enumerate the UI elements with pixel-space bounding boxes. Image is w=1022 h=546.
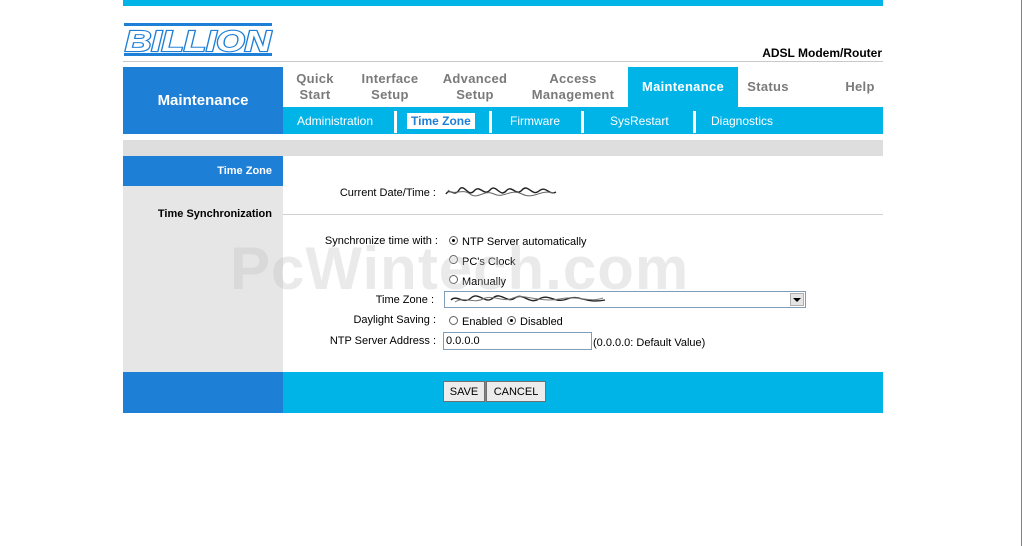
- ntp-server-input[interactable]: [443, 332, 592, 350]
- radio-ntp-label: NTP Server automatically: [462, 236, 587, 248]
- subtab-time-zone[interactable]: Time Zone: [407, 113, 475, 129]
- tab-line: Management: [531, 87, 615, 102]
- current-datetime-label: Current Date/Time :: [339, 187, 436, 199]
- product-name: ADSL Modem/Router: [762, 46, 882, 60]
- subtab-firmware[interactable]: Firmware: [510, 114, 560, 128]
- tab-interface-setup[interactable]: Interface Setup: [352, 67, 428, 107]
- timezone-select[interactable]: [444, 291, 806, 308]
- dropdown-button[interactable]: [790, 293, 804, 306]
- tab-maintenance[interactable]: Maintenance: [628, 67, 738, 107]
- radio-daylight-disabled[interactable]: [507, 316, 516, 325]
- content-top-band: [123, 140, 883, 156]
- radio-manually-label: Manually: [462, 276, 507, 288]
- tab-line: Status: [747, 79, 789, 94]
- subtab-administration[interactable]: Administration: [297, 114, 373, 128]
- sidebar-section-time-sync: Time Synchronization: [157, 208, 272, 220]
- tab-line: Access: [549, 71, 597, 86]
- redacted-timezone: [450, 295, 606, 303]
- radio-daylight-enabled-label: Enabled: [462, 316, 503, 328]
- radio-daylight-disabled-label: Disabled: [520, 316, 563, 328]
- sidebar-panel: [123, 156, 283, 372]
- radio-pc-clock[interactable]: [449, 255, 458, 264]
- top-accent-bar: [123, 0, 883, 6]
- radio-daylight-enabled[interactable]: [449, 316, 458, 325]
- nav-section-title: Maintenance: [123, 67, 283, 134]
- logo-text: BILLION: [125, 26, 272, 58]
- tab-advanced-setup[interactable]: Advanced Setup: [437, 67, 513, 107]
- tab-line: Setup: [371, 87, 409, 102]
- daylight-label: Daylight Saving :: [353, 314, 436, 326]
- section-divider: [283, 214, 883, 215]
- subtab-separator: [581, 111, 584, 133]
- footer-bar: [283, 372, 883, 413]
- ntp-server-label: NTP Server Address :: [329, 335, 436, 347]
- sync-label: Synchronize time with :: [324, 235, 438, 247]
- tab-line: Advanced: [442, 71, 508, 86]
- tab-line: Maintenance: [641, 79, 725, 94]
- footer-left: [123, 372, 283, 413]
- tab-quick-start[interactable]: Quick Start: [285, 67, 345, 107]
- save-button[interactable]: SAVE: [443, 381, 485, 402]
- tab-help[interactable]: Help: [836, 67, 884, 107]
- redacted-datetime: [445, 187, 557, 197]
- timezone-label: Time Zone :: [375, 294, 434, 306]
- subtab-separator: [489, 111, 492, 133]
- billion-logo: BILLION: [124, 23, 273, 58]
- radio-ntp-server[interactable]: [449, 236, 458, 245]
- subtab-diagnostics[interactable]: Diagnostics: [711, 114, 773, 128]
- radio-pc-clock-label: PC's Clock: [462, 256, 516, 268]
- header-divider: [123, 61, 883, 62]
- tab-line: Setup: [456, 87, 494, 102]
- tab-line: Quick: [296, 71, 334, 86]
- tab-status[interactable]: Status: [740, 67, 796, 107]
- chevron-down-icon: [793, 297, 801, 302]
- ntp-hint: (0.0.0.0: Default Value): [593, 337, 706, 349]
- subtab-sysrestart[interactable]: SysRestart: [610, 114, 669, 128]
- subtab-separator: [394, 111, 397, 133]
- tab-line: Start: [299, 87, 331, 102]
- sidebar-item-time-zone: Time Zone: [123, 156, 283, 186]
- radio-manually[interactable]: [449, 275, 458, 284]
- cancel-button[interactable]: CANCEL: [486, 381, 546, 402]
- tab-access-management[interactable]: Access Management: [525, 67, 621, 107]
- tab-line: Interface: [361, 71, 419, 86]
- subtab-separator: [693, 111, 696, 133]
- tab-line: Help: [845, 79, 875, 94]
